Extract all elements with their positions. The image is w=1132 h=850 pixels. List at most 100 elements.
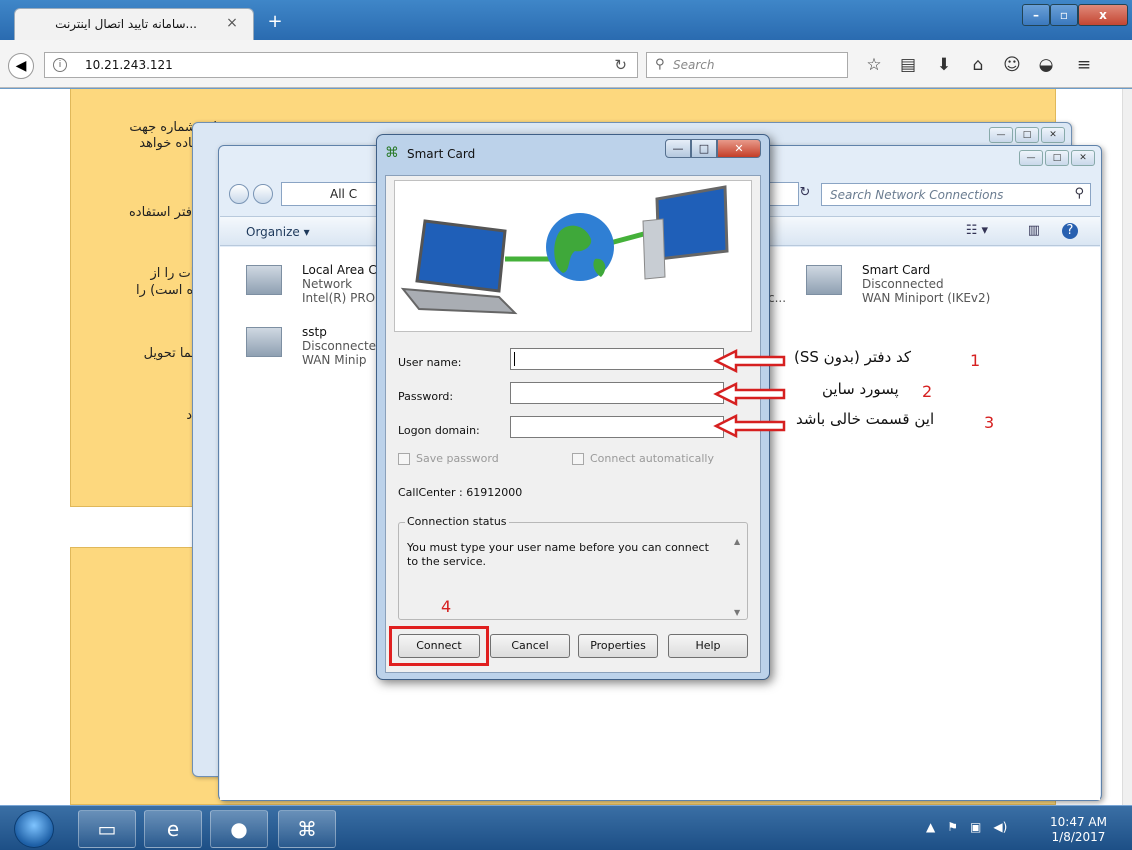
connection-device: Intel(R) PRO	[302, 291, 376, 305]
close-icon[interactable]: ✕	[1041, 127, 1065, 143]
file-explorer-icon[interactable]: ▭	[78, 810, 136, 848]
info-icon[interactable]: i	[53, 58, 67, 72]
browser-nav-bar: ◀ i 10.21.243.121 ↻ ⚲ Search ☆ ▤ ⬇ ⌂ ☺ ◒…	[0, 40, 1132, 88]
volume-icon[interactable]: ◀)	[993, 820, 1007, 834]
browser-search-box[interactable]: ⚲ Search	[646, 52, 848, 78]
save-password-label: Save password	[416, 452, 499, 465]
step-number-4: 4	[441, 597, 452, 616]
callcenter-text: CallCenter : 61912000	[398, 486, 523, 499]
network-adapter-icon	[246, 327, 282, 357]
home-icon[interactable]: ⌂	[966, 54, 990, 76]
minimize-icon[interactable]: —	[1019, 150, 1043, 166]
network-adapter-icon	[246, 265, 282, 295]
help-button[interactable]: Help	[668, 634, 748, 658]
page-text-line: فتر استفاده	[128, 205, 192, 220]
minimize-icon[interactable]: —	[665, 139, 691, 158]
connection-name: Local Area C	[302, 263, 377, 277]
connection-status-legend: Connection status	[405, 515, 509, 528]
connection-status: Disconnecte	[302, 339, 377, 353]
preview-pane-icon[interactable]: ▥	[1028, 223, 1040, 238]
maximize-icon[interactable]: □	[1015, 127, 1039, 143]
maximize-icon[interactable]: □	[1045, 150, 1069, 166]
background-window-controls[interactable]: — □ ✕	[989, 127, 1065, 143]
chat-icon[interactable]: ☺	[1000, 54, 1024, 76]
tab-title: ...سامانه تایید اتصال اینترنت	[55, 17, 197, 31]
connection-item-local-area[interactable]: Local Area C Network Intel(R) PRO	[246, 263, 386, 311]
scroll-up-icon[interactable]: ▲	[734, 537, 740, 546]
nav-forward-icon[interactable]	[253, 184, 273, 204]
network-search-input[interactable]: Search Network Connections ⚲	[821, 183, 1091, 206]
help-icon[interactable]: ?	[1062, 223, 1078, 239]
scroll-down-icon[interactable]: ▼	[734, 608, 740, 617]
truncated-text: c...	[768, 291, 787, 305]
smart-card-icon: ⌘	[385, 145, 399, 161]
back-arrow-icon[interactable]: ◀	[8, 53, 34, 79]
arrow-left-icon	[713, 348, 786, 438]
dialog-controls[interactable]: — □ ✕	[665, 139, 761, 158]
tab-close-icon[interactable]: ×	[223, 15, 241, 31]
view-options-icon[interactable]: ☷ ▾	[966, 223, 988, 238]
action-center-icon[interactable]: ⚑	[947, 820, 958, 834]
maximize-button[interactable]: ▫	[1050, 4, 1078, 26]
properties-button[interactable]: Properties	[578, 634, 658, 658]
step-note-3: این قسمت خالی باشد	[796, 410, 935, 428]
step-number-2: 2	[922, 382, 933, 401]
browser-tab-bar: ...سامانه تایید اتصال اینترنت × + – ▫ x	[0, 0, 1132, 40]
smart-card-dialog: ⌘ Smart Card — □ ✕ User name: Password: …	[376, 134, 770, 680]
connection-item-sstp[interactable]: sstp Disconnecte WAN Minip	[246, 325, 386, 373]
connection-status: Disconnected	[862, 277, 944, 291]
search-placeholder: Search	[673, 58, 715, 72]
pocket-icon[interactable]: ◒	[1034, 54, 1058, 76]
firefox-icon[interactable]: ●	[210, 810, 268, 848]
search-icon: ⚲	[655, 57, 665, 72]
password-field[interactable]	[510, 382, 724, 404]
organize-menu[interactable]: Organize ▾	[246, 225, 310, 239]
status-scrollbar[interactable]: ▲ ▼	[731, 537, 745, 617]
logon-domain-field[interactable]	[510, 416, 724, 438]
step-number-3: 3	[984, 413, 995, 432]
step-number-1: 1	[970, 351, 981, 370]
minimize-button[interactable]: –	[1022, 4, 1050, 26]
url-bar[interactable]: i 10.21.243.121 ↻	[44, 52, 638, 78]
close-icon[interactable]: ✕	[717, 139, 761, 158]
browser-tab[interactable]: ...سامانه تایید اتصال اینترنت ×	[14, 8, 254, 40]
maximize-icon[interactable]: □	[691, 139, 717, 158]
connection-device: WAN Minip	[302, 353, 367, 367]
connect-automatically-checkbox[interactable]: Connect automatically	[572, 452, 714, 465]
close-window-button[interactable]: x	[1078, 4, 1128, 26]
minimize-icon[interactable]: —	[989, 127, 1013, 143]
password-label: Password:	[398, 390, 454, 403]
dialog-title: Smart Card	[407, 147, 476, 161]
connection-item-smart-card[interactable]: Smart Card Disconnected WAN Miniport (IK…	[806, 263, 1006, 311]
address-text: All C	[330, 187, 358, 201]
save-password-checkbox[interactable]: Save password	[398, 452, 499, 465]
internet-explorer-icon[interactable]: e	[144, 810, 202, 848]
new-tab-button[interactable]: +	[264, 12, 286, 34]
reload-icon[interactable]: ↻	[614, 56, 627, 74]
start-button[interactable]	[14, 810, 54, 848]
clock[interactable]: 10:47 AM 1/8/2017	[1050, 815, 1107, 845]
text-cursor	[514, 352, 515, 366]
network-search-placeholder: Search Network Connections	[830, 188, 1004, 202]
nav-back-icon[interactable]	[229, 184, 249, 204]
show-hidden-icons-icon[interactable]: ▲	[926, 820, 935, 834]
clock-date: 1/8/2017	[1051, 830, 1106, 844]
download-icon[interactable]: ⬇	[932, 54, 956, 76]
bookmark-star-icon[interactable]: ☆	[862, 54, 886, 76]
connection-name: Smart Card	[862, 263, 931, 277]
connect-automatically-label: Connect automatically	[590, 452, 714, 465]
menu-icon[interactable]: ≡	[1072, 54, 1096, 76]
network-window-controls[interactable]: — □ ✕	[1019, 150, 1095, 166]
username-field[interactable]	[510, 348, 724, 370]
close-icon[interactable]: ✕	[1071, 150, 1095, 166]
annotation-arrows	[713, 348, 786, 438]
taskbar: ▭ e ● ⌘ ▲ ⚑ ▣ ◀) 10:47 AM 1/8/2017	[0, 805, 1132, 850]
page-scrollbar[interactable]	[1122, 89, 1132, 805]
network-illustration-icon	[400, 185, 729, 315]
search-icon: ⚲	[1074, 186, 1084, 201]
smart-card-taskbar-icon[interactable]: ⌘	[278, 810, 336, 848]
cancel-button[interactable]: Cancel	[490, 634, 570, 658]
network-icon[interactable]: ▣	[970, 820, 981, 834]
refresh-icon[interactable]: ↻	[795, 185, 815, 205]
bookmarks-list-icon[interactable]: ▤	[896, 54, 920, 76]
